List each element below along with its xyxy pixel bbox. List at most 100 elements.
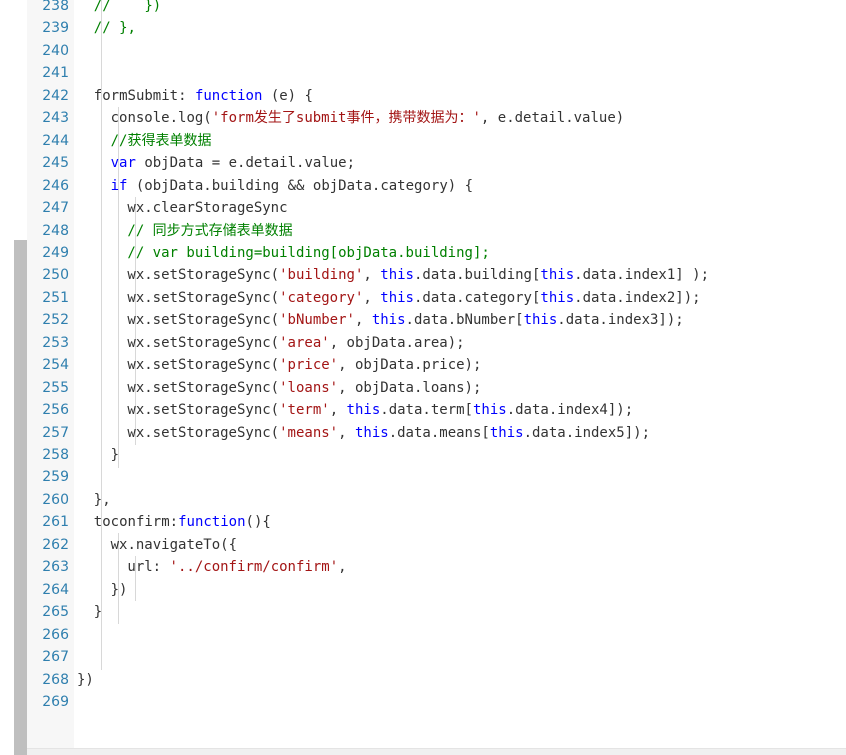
line-source: }, [94, 489, 111, 511]
keyword-token: this [371, 312, 406, 329]
plain-token: .data.index4]); [506, 402, 634, 419]
keyword-token: this [380, 267, 414, 284]
line-number: 262 [42, 536, 69, 553]
code-line[interactable]: 239 // }, [27, 17, 846, 39]
code-line[interactable]: 251 wx.setStorageSync('category', this.da… [27, 287, 846, 309]
line-source: url: '../confirm/confirm', [127, 556, 346, 578]
code-line[interactable]: 253 wx.setStorageSync('area', objData.are… [27, 332, 846, 354]
line-source: wx.setStorageSync('price', objData.price… [127, 354, 481, 376]
code-line[interactable]: 269 [27, 691, 846, 713]
keyword-token: function [178, 514, 246, 531]
plain-token: , [363, 289, 381, 306]
code-line[interactable]: 268}) [27, 669, 846, 691]
code-line[interactable]: 261 toconfirm:function(){ [27, 511, 846, 533]
line-source: wx.setStorageSync('means', this.data.mea… [127, 422, 650, 444]
line-number: 250 [42, 267, 69, 284]
keyword-token: this [472, 402, 507, 419]
line-number: 264 [42, 581, 69, 598]
line-source: wx.clearStorageSync [127, 197, 287, 219]
line-source: } [94, 601, 102, 623]
line-source: formSubmit: function (e) { [94, 85, 313, 107]
vertical-scrollbar-thumb[interactable] [14, 240, 27, 755]
code-line[interactable]: 262 wx.navigateTo({ [27, 534, 846, 556]
keyword-token: var [110, 155, 136, 172]
line-number: 268 [42, 671, 69, 688]
plain-token: wx.setStorageSync( [127, 289, 280, 306]
keyword-token: function [194, 87, 263, 104]
code-line[interactable]: 246 if (objData.building && objData.categ… [27, 175, 846, 197]
line-number: 269 [42, 693, 69, 710]
line-source: } [111, 444, 119, 466]
line-number: 257 [42, 424, 69, 441]
string-token: 'form发生了submit事件，携带数据为：' [211, 110, 481, 127]
plain-token: } [110, 447, 120, 463]
line-number: 240 [42, 42, 69, 59]
code-line[interactable]: 260}, [27, 489, 846, 511]
code-line[interactable]: 267 [27, 646, 846, 668]
vertical-scrollbar-track[interactable] [0, 0, 27, 755]
code-line[interactable]: 244 //获得表单数据 [27, 130, 846, 152]
comment-token: // var building=building[objData.buildin… [127, 244, 490, 261]
code-line[interactable]: 266 [27, 624, 846, 646]
code-line[interactable]: 241 [27, 62, 846, 84]
line-source: if (objData.building && objData.category… [111, 175, 473, 197]
line-number: 248 [42, 222, 69, 239]
code-line[interactable]: 243 console.log('form发生了submit事件，携带数据为：',… [27, 107, 846, 129]
plain-token: url: [127, 559, 170, 576]
code-line[interactable]: 263 url: '../confirm/confirm', [27, 556, 846, 578]
keyword-token: this [489, 424, 524, 441]
keyword-token: this [346, 402, 381, 419]
plain-token: console.log( [110, 110, 212, 127]
string-token: 'building' [279, 267, 364, 284]
plain-token: }, [93, 491, 111, 508]
plain-token: wx.setStorageSync( [127, 312, 280, 329]
plain-token: .data.building[ [413, 267, 541, 284]
plain-token: .data.term[ [380, 402, 473, 419]
line-number: 263 [42, 559, 69, 576]
plain-token: .data.index5]); [523, 424, 651, 441]
plain-token: }) [77, 671, 94, 688]
code-line[interactable]: 257 wx.setStorageSync('means', this.data.… [27, 422, 846, 444]
code-line[interactable]: 240 [27, 40, 846, 62]
code-line[interactable]: 245 var objData = e.detail.value; [27, 152, 846, 174]
plain-token: (e) { [262, 87, 313, 104]
line-source: toconfirm:function(){ [94, 511, 271, 533]
line-source: wx.navigateTo({ [111, 534, 237, 556]
plain-token: wx.setStorageSync( [127, 267, 280, 284]
plain-token: .data.means[ [388, 424, 490, 441]
line-number: 259 [42, 469, 69, 486]
line-source: }) [77, 669, 94, 691]
line-number: 246 [42, 177, 69, 194]
line-number: 266 [42, 626, 69, 643]
line-source: var objData = e.detail.value; [111, 152, 355, 174]
horizontal-scrollbar[interactable] [27, 748, 846, 755]
code-line[interactable]: 248 // 同步方式存储表单数据 [27, 220, 846, 242]
line-number: 258 [42, 447, 69, 463]
plain-token: } [93, 604, 103, 621]
code-editor[interactable]: 238 // }) 239 // }, 240 241 242 formSubmit: fun… [0, 0, 846, 755]
code-line[interactable]: 258} [27, 444, 846, 466]
line-source: // }) [94, 0, 161, 17]
line-source: }) [111, 579, 128, 601]
code-line[interactable]: 252 wx.setStorageSync('bNumber', this.dat… [27, 309, 846, 331]
code-line[interactable]: 242 formSubmit: function (e) { [27, 85, 846, 107]
code-line[interactable]: 254 wx.setStorageSync('price', objData.pr… [27, 354, 846, 376]
code-line[interactable]: 250 wx.setStorageSync('building', this.da… [27, 264, 846, 286]
plain-token: , [338, 559, 347, 576]
code-line[interactable]: 249 // var building=building[objData.buil… [27, 242, 846, 264]
code-line[interactable]: 256 wx.setStorageSync('term', this.data.t… [27, 399, 846, 421]
code-line[interactable]: 247 wx.clearStorageSync [27, 197, 846, 219]
string-token: 'area' [279, 334, 330, 351]
plain-token: , objData.price); [338, 357, 482, 374]
code-line[interactable]: 264}) [27, 579, 846, 601]
code-line[interactable]: 259 [27, 466, 846, 488]
line-number: 239 [42, 20, 69, 37]
string-token: 'bNumber' [279, 312, 355, 329]
code-line[interactable]: 255 wx.setStorageSync('loans', objData.lo… [27, 377, 846, 399]
plain-token: , [354, 312, 372, 329]
code-line[interactable]: 265} [27, 601, 846, 623]
comment-token: // 同步方式存储表单数据 [127, 222, 293, 239]
code-line[interactable]: 238 // }) [27, 0, 846, 17]
plain-token: wx.setStorageSync( [127, 334, 280, 351]
line-source: wx.setStorageSync('category', this.data.… [127, 287, 700, 309]
